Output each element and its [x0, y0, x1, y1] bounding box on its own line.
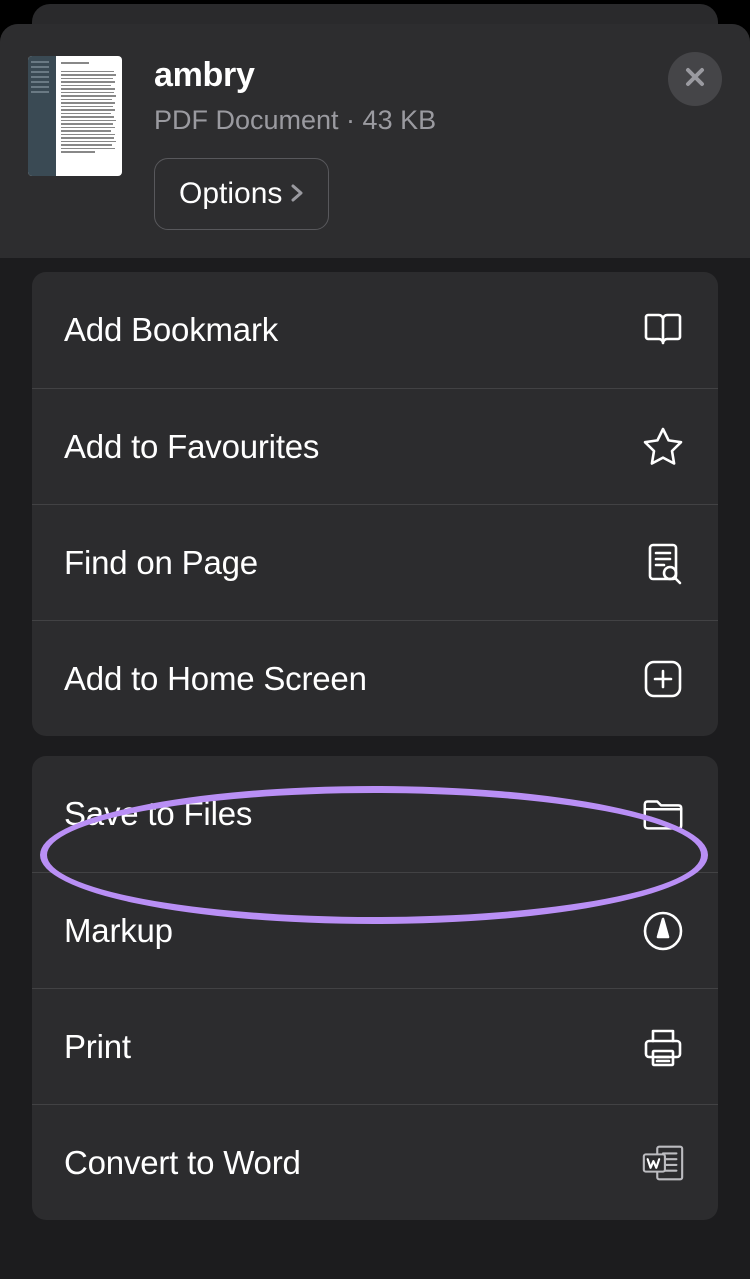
file-title: ambry [154, 56, 722, 95]
row-label: Convert to Word [64, 1144, 301, 1182]
print-icon [640, 1024, 686, 1070]
add-bookmark-row[interactable]: Add Bookmark [32, 272, 718, 388]
star-icon [640, 424, 686, 470]
add-to-favourites-row[interactable]: Add to Favourites [32, 388, 718, 504]
actions-scroll[interactable]: Add Bookmark Add to Favourites Find on P… [0, 258, 750, 1279]
row-label: Add to Home Screen [64, 660, 367, 698]
book-icon [640, 307, 686, 353]
add-to-home-screen-row[interactable]: Add to Home Screen [32, 620, 718, 736]
close-button[interactable] [668, 52, 722, 106]
options-label: Options [179, 177, 282, 211]
row-label: Add to Favourites [64, 428, 319, 466]
plus-square-icon [640, 656, 686, 702]
chevron-right-icon [290, 177, 304, 211]
row-label: Find on Page [64, 544, 258, 582]
options-button[interactable]: Options [154, 158, 329, 230]
close-icon [683, 65, 707, 94]
save-to-files-row[interactable]: Save to Files [32, 756, 718, 872]
row-label: Add Bookmark [64, 311, 278, 349]
markup-row[interactable]: Markup [32, 872, 718, 988]
word-icon [640, 1140, 686, 1186]
sheet-header: ambry PDF Document · 43 KB Options [0, 24, 750, 258]
convert-to-word-row[interactable]: Convert to Word [32, 1104, 718, 1220]
file-thumbnail [28, 56, 122, 176]
action-group-2: Save to Files Markup Print Convert to Wo… [32, 756, 718, 1220]
find-on-page-row[interactable]: Find on Page [32, 504, 718, 620]
find-icon [640, 540, 686, 586]
action-group-1: Add Bookmark Add to Favourites Find on P… [32, 272, 718, 736]
markup-icon [640, 908, 686, 954]
row-label: Print [64, 1028, 131, 1066]
print-row[interactable]: Print [32, 988, 718, 1104]
file-meta: ambry PDF Document · 43 KB Options [154, 56, 722, 230]
share-sheet: ambry PDF Document · 43 KB Options Add B… [0, 24, 750, 1279]
row-label: Save to Files [64, 795, 252, 833]
file-subtitle: PDF Document · 43 KB [154, 105, 722, 136]
row-label: Markup [64, 912, 173, 950]
folder-icon [640, 791, 686, 837]
